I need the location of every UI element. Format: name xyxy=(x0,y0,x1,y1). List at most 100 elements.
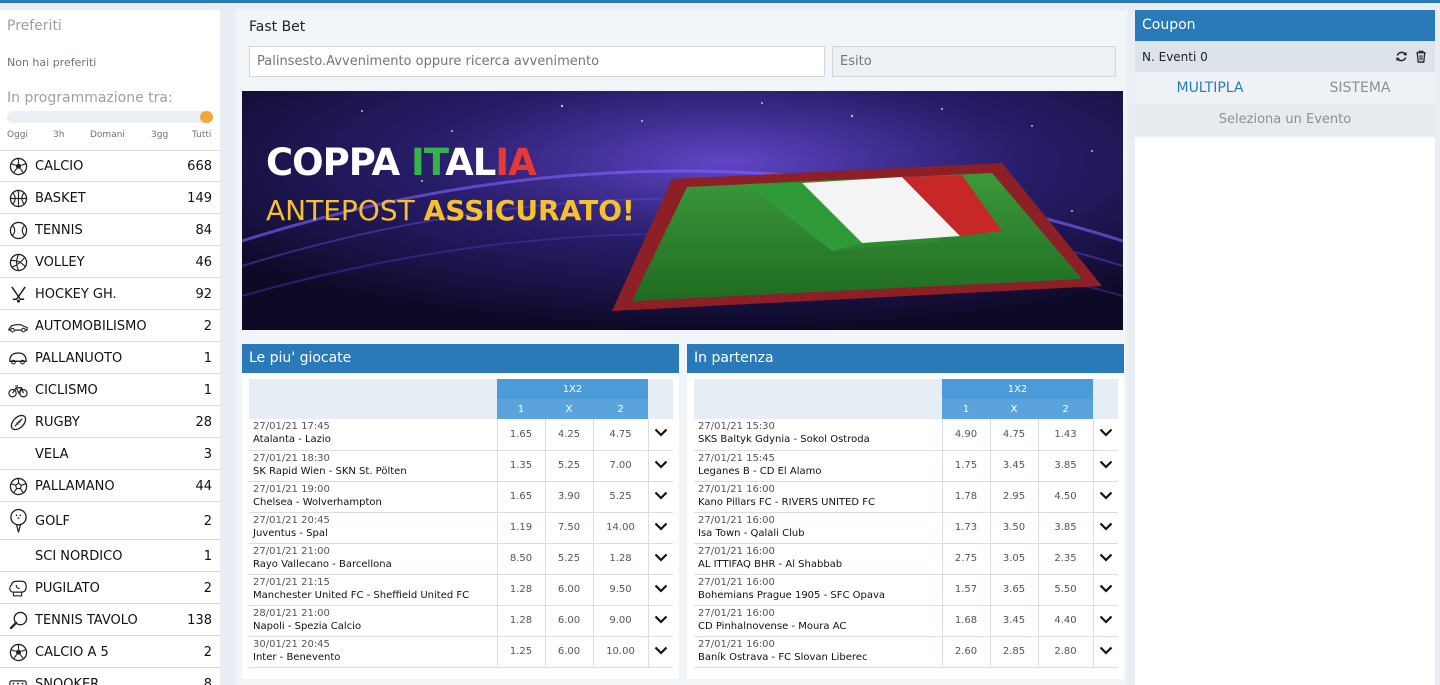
sport-item-vela[interactable]: VELA 3 xyxy=(0,438,220,470)
odd-1-button[interactable]: 2.75 xyxy=(942,543,991,575)
odd-1-button[interactable]: 1.65 xyxy=(497,419,546,451)
odd-2-button[interactable]: 3.85 xyxy=(1038,450,1094,482)
odd-2-button[interactable]: 1.28 xyxy=(593,543,649,575)
expand-chevron-button[interactable] xyxy=(648,543,674,575)
sport-item-snooker[interactable]: SNOOKER 8 xyxy=(0,668,220,685)
odd-1-button[interactable]: 1.28 xyxy=(497,605,546,637)
event-cell[interactable]: 27/01/21 21:00 Rayo Vallecano - Barcellon… xyxy=(249,543,498,575)
odd-x-button[interactable]: 3.45 xyxy=(990,450,1039,482)
expand-chevron-button[interactable] xyxy=(1093,450,1119,482)
odd-1-button[interactable]: 1.28 xyxy=(497,574,546,606)
event-cell[interactable]: 27/01/21 19:00 Chelsea - Wolverhampton xyxy=(249,481,498,513)
odd-x-button[interactable]: 3.05 xyxy=(990,543,1039,575)
event-cell[interactable]: 27/01/21 16:00 AL ITTIFAQ BHR - Al Shabba… xyxy=(694,543,943,575)
odd-x-button[interactable]: 3.90 xyxy=(545,481,594,513)
odd-1-button[interactable]: 1.19 xyxy=(497,512,546,544)
odd-1-button[interactable]: 4.90 xyxy=(942,419,991,451)
odd-2-button[interactable]: 5.50 xyxy=(1038,574,1094,606)
odd-2-button[interactable]: 9.50 xyxy=(593,574,649,606)
sport-item-golf[interactable]: GOLF 2 xyxy=(0,502,220,540)
odd-x-button[interactable]: 2.95 xyxy=(990,481,1039,513)
event-cell[interactable]: 30/01/21 20:45 Inter - Benevento xyxy=(249,636,498,668)
sport-item-volley[interactable]: VOLLEY 46 xyxy=(0,246,220,278)
event-cell[interactable]: 27/01/21 16:00 Isa Town - Qalali Club xyxy=(694,512,943,544)
odd-x-button[interactable]: 7.50 xyxy=(545,512,594,544)
promo-banner[interactable]: COPPA ITALIA ANTEPOST ASSICURATO! xyxy=(242,91,1123,330)
odd-2-button[interactable]: 3.85 xyxy=(1038,512,1094,544)
odd-2-button[interactable]: 9.00 xyxy=(593,605,649,637)
sport-item-pallamano[interactable]: PALLAMANO 44 xyxy=(0,470,220,502)
tab-multipla[interactable]: MULTIPLA xyxy=(1135,72,1285,104)
sport-item-pallanuoto[interactable]: PALLANUOTO 1 xyxy=(0,342,220,374)
odd-1-button[interactable]: 1.65 xyxy=(497,481,546,513)
fast-bet-search-input[interactable] xyxy=(249,46,825,77)
odd-1-button[interactable]: 1.73 xyxy=(942,512,991,544)
event-cell[interactable]: 27/01/21 16:00 Baník Ostrava - FC Slovan … xyxy=(694,636,943,668)
odd-2-button[interactable]: 4.75 xyxy=(593,419,649,451)
event-cell[interactable]: 27/01/21 17:45 Atalanta - Lazio xyxy=(249,419,498,451)
sport-item-pugilato[interactable]: PUGILATO 2 xyxy=(0,572,220,604)
expand-chevron-button[interactable] xyxy=(648,636,674,668)
sport-item-basket[interactable]: BASKET 149 xyxy=(0,182,220,214)
odd-2-button[interactable]: 4.50 xyxy=(1038,481,1094,513)
expand-chevron-button[interactable] xyxy=(1093,481,1119,513)
sport-item-rugby[interactable]: RUGBY 28 xyxy=(0,406,220,438)
sport-item-sci-nordico[interactable]: SCI NORDICO 1 xyxy=(0,540,220,572)
odd-1-button[interactable]: 1.75 xyxy=(942,450,991,482)
odd-x-button[interactable]: 5.25 xyxy=(545,450,594,482)
odd-1-button[interactable]: 1.25 xyxy=(497,636,546,668)
sport-item-hockey[interactable]: HOCKEY GH. 92 xyxy=(0,278,220,310)
odd-2-button[interactable]: 10.00 xyxy=(593,636,649,668)
odd-2-button[interactable]: 4.40 xyxy=(1038,605,1094,637)
event-cell[interactable]: 28/01/21 21:00 Napoli - Spezia Calcio xyxy=(249,605,498,637)
expand-chevron-button[interactable] xyxy=(1093,636,1119,668)
odd-x-button[interactable]: 4.25 xyxy=(545,419,594,451)
odd-2-button[interactable]: 1.43 xyxy=(1038,419,1094,451)
expand-chevron-button[interactable] xyxy=(1093,512,1119,544)
odd-x-button[interactable]: 2.85 xyxy=(990,636,1039,668)
odd-2-button[interactable]: 14.00 xyxy=(593,512,649,544)
odd-x-button[interactable]: 3.45 xyxy=(990,605,1039,637)
event-cell[interactable]: 27/01/21 20:45 Juventus - Spal xyxy=(249,512,498,544)
expand-chevron-button[interactable] xyxy=(1093,419,1119,451)
refresh-icon[interactable] xyxy=(1394,50,1408,64)
sport-item-ciclismo[interactable]: CICLISMO 1 xyxy=(0,374,220,406)
sport-item-automobilismo[interactable]: AUTOMOBILISMO 2 xyxy=(0,310,220,342)
schedule-slider[interactable] xyxy=(7,111,213,123)
fast-bet-esito-input[interactable] xyxy=(832,46,1116,77)
sport-item-calcio-a-5[interactable]: CALCIO A 5 2 xyxy=(0,636,220,668)
odd-x-button[interactable]: 3.50 xyxy=(990,512,1039,544)
odd-1-button[interactable]: 1.35 xyxy=(497,450,546,482)
event-cell[interactable]: 27/01/21 16:00 CD Pinhalnovense - Moura A… xyxy=(694,605,943,637)
expand-chevron-button[interactable] xyxy=(1093,605,1119,637)
event-cell[interactable]: 27/01/21 15:30 SKS Baltyk Gdynia - Sokol … xyxy=(694,419,943,451)
event-cell[interactable]: 27/01/21 15:45 Leganes B - CD El Alamo xyxy=(694,450,943,482)
event-cell[interactable]: 27/01/21 16:00 Kano Pillars FC - RIVERS U… xyxy=(694,481,943,513)
odd-1-button[interactable]: 8.50 xyxy=(497,543,546,575)
expand-chevron-button[interactable] xyxy=(1093,574,1119,606)
odd-x-button[interactable]: 3.65 xyxy=(990,574,1039,606)
odd-x-button[interactable]: 4.75 xyxy=(990,419,1039,451)
sport-item-tennis-tavolo[interactable]: TENNIS TAVOLO 138 xyxy=(0,604,220,636)
expand-chevron-button[interactable] xyxy=(1093,543,1119,575)
odd-x-button[interactable]: 6.00 xyxy=(545,605,594,637)
odd-2-button[interactable]: 2.80 xyxy=(1038,636,1094,668)
event-cell[interactable]: 27/01/21 18:30 SK Rapid Wien - SKN St. Pö… xyxy=(249,450,498,482)
sport-item-calcio[interactable]: CALCIO 668 xyxy=(0,150,220,182)
event-cell[interactable]: 27/01/21 21:15 Manchester United FC - She… xyxy=(249,574,498,606)
odd-x-button[interactable]: 5.25 xyxy=(545,543,594,575)
odd-x-button[interactable]: 6.00 xyxy=(545,574,594,606)
odd-x-button[interactable]: 6.00 xyxy=(545,636,594,668)
odd-1-button[interactable]: 1.57 xyxy=(942,574,991,606)
sport-item-tennis[interactable]: TENNIS 84 xyxy=(0,214,220,246)
odd-2-button[interactable]: 2.35 xyxy=(1038,543,1094,575)
event-cell[interactable]: 27/01/21 16:00 Bohemians Prague 1905 - SF… xyxy=(694,574,943,606)
trash-icon[interactable] xyxy=(1414,50,1428,64)
expand-chevron-button[interactable] xyxy=(648,450,674,482)
odd-2-button[interactable]: 7.00 xyxy=(593,450,649,482)
odd-1-button[interactable]: 1.68 xyxy=(942,605,991,637)
odd-1-button[interactable]: 2.60 xyxy=(942,636,991,668)
expand-chevron-button[interactable] xyxy=(648,512,674,544)
schedule-slider-handle[interactable] xyxy=(200,111,213,123)
expand-chevron-button[interactable] xyxy=(648,605,674,637)
